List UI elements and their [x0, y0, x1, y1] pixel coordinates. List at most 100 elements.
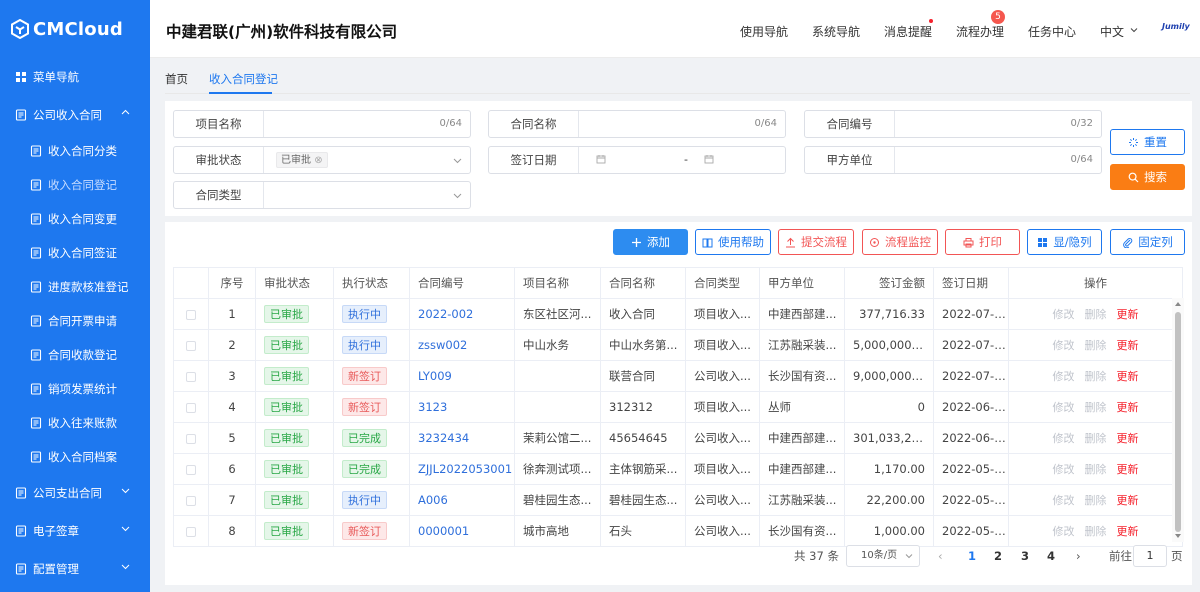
- sidebar-item-receipt[interactable]: 合同收款登记: [0, 338, 150, 372]
- table-row[interactable]: 2 已审批 执行中 zssw002 中山水务 中山水务第... 项目收入... 江苏融采装..…: [173, 329, 1183, 361]
- contract-code-cell[interactable]: 3232434: [409, 422, 515, 454]
- edit-link[interactable]: 修改: [1053, 463, 1075, 476]
- update-link[interactable]: 更新: [1117, 525, 1139, 538]
- project-name-field[interactable]: 项目名称 0/64: [173, 110, 471, 138]
- delete-link[interactable]: 删除: [1085, 401, 1107, 414]
- usage-nav-link[interactable]: 使用导航: [740, 23, 788, 40]
- row-checkbox[interactable]: [186, 464, 196, 475]
- contract-code-cell[interactable]: 3123: [409, 391, 515, 423]
- contract-code-link[interactable]: 3232434: [418, 431, 469, 445]
- update-link[interactable]: 更新: [1117, 401, 1139, 414]
- next-page-icon[interactable]: ›: [1076, 549, 1081, 563]
- update-link[interactable]: 更新: [1117, 463, 1139, 476]
- party-a-field[interactable]: 甲方单位 0/64: [804, 146, 1102, 174]
- table-row[interactable]: 3 已审批 新签订 LY009 联营合同 公司收入... 长沙国有资... 9,000,000…: [173, 360, 1183, 392]
- system-nav-link[interactable]: 系统导航: [812, 23, 860, 40]
- submit-flow-button[interactable]: 提交流程: [778, 229, 854, 255]
- contract-code-cell[interactable]: ZJJL2022053001: [409, 453, 515, 485]
- sidebar-item-archive[interactable]: 收入合同档案: [0, 440, 150, 474]
- contract-code-link[interactable]: 3123: [418, 400, 447, 414]
- table-row[interactable]: 7 已审批 执行中 A006 碧桂园生态... 碧桂园生态... 公司收入... 江苏融采装.…: [173, 484, 1183, 516]
- user-brand-logo[interactable]: Jumily: [1162, 22, 1190, 31]
- contract-code-link[interactable]: 2022-002: [418, 307, 473, 321]
- sidebar-item-seal[interactable]: 电子签章: [0, 512, 150, 550]
- scroll-down-arrow-icon[interactable]: [1175, 534, 1181, 538]
- row-checkbox-cell[interactable]: [173, 298, 209, 330]
- contract-code-link[interactable]: LY009: [418, 369, 452, 383]
- delete-link[interactable]: 删除: [1085, 463, 1107, 476]
- app-logo[interactable]: CMCloud: [0, 0, 150, 58]
- contract-code-link[interactable]: ZJJL2022053001: [418, 462, 512, 476]
- delete-link[interactable]: 删除: [1085, 494, 1107, 507]
- update-link[interactable]: 更新: [1117, 308, 1139, 321]
- show-hide-columns-button[interactable]: 显/隐列: [1027, 229, 1102, 255]
- page-number[interactable]: 4: [1047, 549, 1055, 563]
- row-checkbox-cell[interactable]: [173, 422, 209, 454]
- contract-code-link[interactable]: A006: [418, 493, 448, 507]
- update-link[interactable]: 更新: [1117, 339, 1139, 352]
- table-row[interactable]: 4 已审批 新签订 3123 312312 项目收入... 丛师 0 2022-06-22 修改删…: [173, 391, 1183, 423]
- sidebar-item-visa[interactable]: 收入合同签证: [0, 236, 150, 270]
- selected-status-tag[interactable]: 已审批 ⊗: [276, 152, 328, 168]
- update-link[interactable]: 更新: [1117, 432, 1139, 445]
- process-handling-link[interactable]: 流程办理: [956, 23, 1004, 40]
- edit-link[interactable]: 修改: [1053, 339, 1075, 352]
- contract-type-select[interactable]: 合同类型: [173, 181, 471, 209]
- page-number[interactable]: 2: [994, 549, 1002, 563]
- add-button[interactable]: 添加: [613, 229, 688, 255]
- monitor-flow-button[interactable]: 流程监控: [862, 229, 938, 255]
- contract-code-cell[interactable]: LY009: [409, 360, 515, 392]
- edit-link[interactable]: 修改: [1053, 401, 1075, 414]
- table-row[interactable]: 1 已审批 执行中 2022-002 东区社区河... 收入合同 项目收入... 中建西部建.…: [173, 298, 1183, 330]
- row-checkbox-cell[interactable]: [173, 515, 209, 547]
- contract-code-link[interactable]: zssw002: [418, 338, 467, 352]
- delete-link[interactable]: 删除: [1085, 308, 1107, 321]
- sidebar-item-change[interactable]: 收入合同变更: [0, 202, 150, 236]
- sidebar-item-account[interactable]: 收入往来账款: [0, 406, 150, 440]
- row-checkbox[interactable]: [186, 371, 196, 382]
- pin-columns-button[interactable]: 固定列: [1110, 229, 1185, 255]
- edit-link[interactable]: 修改: [1053, 370, 1075, 383]
- table-scrollbar[interactable]: [1172, 298, 1184, 542]
- contract-code-cell[interactable]: A006: [409, 484, 515, 516]
- row-checkbox-cell[interactable]: [173, 484, 209, 516]
- sidebar-item-grid[interactable]: 菜单导航: [0, 58, 150, 96]
- row-checkbox[interactable]: [186, 309, 196, 320]
- edit-link[interactable]: 修改: [1053, 308, 1075, 321]
- sidebar-item-progress[interactable]: 进度款核准登记: [0, 270, 150, 304]
- message-reminder-link[interactable]: 消息提醒: [884, 23, 932, 40]
- table-row[interactable]: 6 已审批 已完成 ZJJL2022053001 徐奔测试项... 主体钢筋采... 项目收…: [173, 453, 1183, 485]
- page-number[interactable]: 3: [1021, 549, 1029, 563]
- tab-income-contract-register[interactable]: 收入合同登记: [209, 71, 278, 87]
- sidebar-item-category[interactable]: 收入合同分类: [0, 134, 150, 168]
- scroll-thumb[interactable]: [1175, 312, 1181, 532]
- task-center-link[interactable]: 任务中心: [1028, 23, 1076, 40]
- sidebar-item-contract[interactable]: 公司收入合同: [0, 96, 150, 134]
- goto-page-input[interactable]: 1: [1133, 545, 1167, 567]
- tag-close-icon[interactable]: ⊗: [314, 155, 322, 166]
- row-checkbox-cell[interactable]: [173, 453, 209, 485]
- sidebar-item-stats[interactable]: 销项发票统计: [0, 372, 150, 406]
- edit-link[interactable]: 修改: [1053, 432, 1075, 445]
- edit-link[interactable]: 修改: [1053, 494, 1075, 507]
- row-checkbox-cell[interactable]: [173, 391, 209, 423]
- contract-no-field[interactable]: 合同编号 0/32: [804, 110, 1102, 138]
- print-button[interactable]: 打印: [945, 229, 1020, 255]
- select-all-cell[interactable]: [173, 267, 209, 299]
- update-link[interactable]: 更新: [1117, 494, 1139, 507]
- search-button[interactable]: 搜索: [1110, 164, 1185, 190]
- page-size-select[interactable]: 10条/页: [846, 545, 920, 567]
- table-row[interactable]: 5 已审批 已完成 3232434 茉莉公馆二... 45654645 公司收入... 中建西…: [173, 422, 1183, 454]
- delete-link[interactable]: 删除: [1085, 370, 1107, 383]
- delete-link[interactable]: 删除: [1085, 339, 1107, 352]
- contract-code-cell[interactable]: 0000001: [409, 515, 515, 547]
- prev-page-icon[interactable]: ‹: [938, 549, 943, 563]
- edit-link[interactable]: 修改: [1053, 525, 1075, 538]
- sign-date-range[interactable]: 签订日期 -: [488, 146, 786, 174]
- sidebar-item-register[interactable]: 收入合同登记: [0, 168, 150, 202]
- row-checkbox[interactable]: [186, 495, 196, 506]
- sidebar-item-config[interactable]: 配置管理: [0, 550, 150, 588]
- row-checkbox[interactable]: [186, 340, 196, 351]
- row-checkbox[interactable]: [186, 526, 196, 537]
- contract-code-cell[interactable]: zssw002: [409, 329, 515, 361]
